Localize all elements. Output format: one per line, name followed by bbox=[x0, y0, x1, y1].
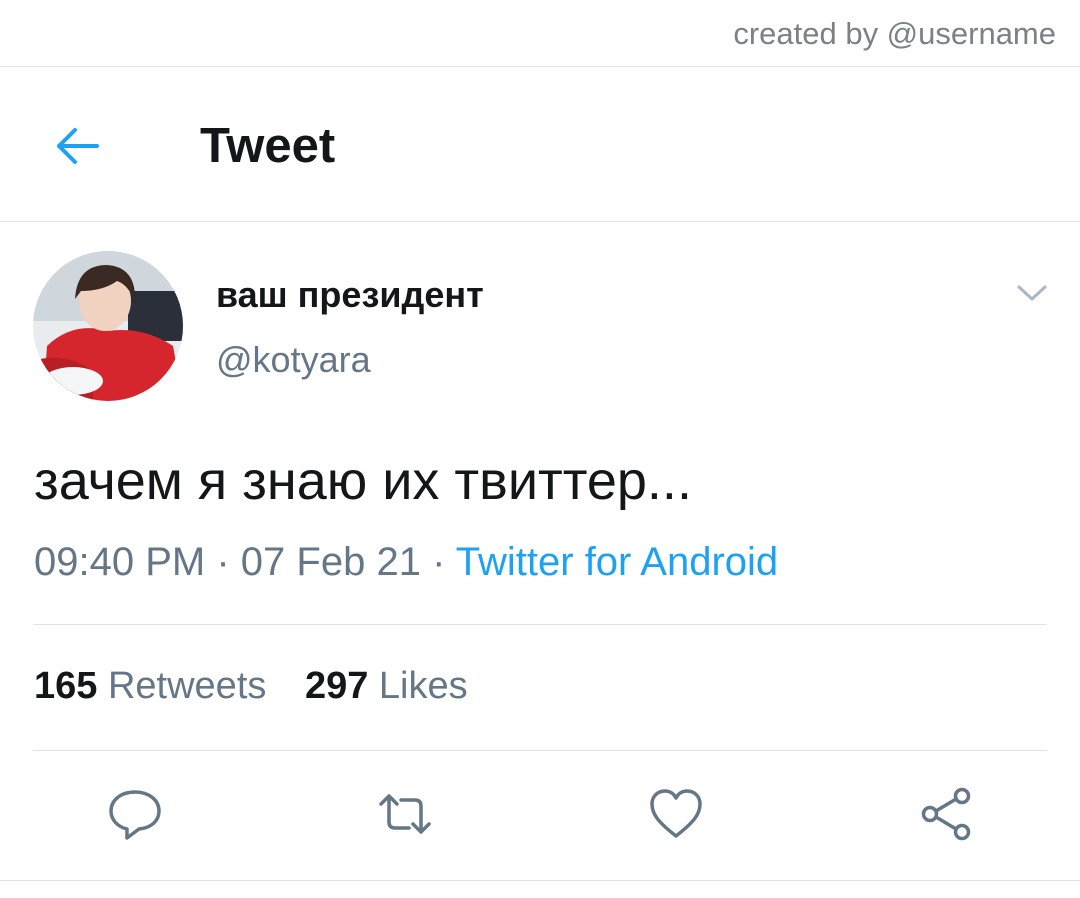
bottom-divider bbox=[0, 880, 1080, 881]
likes-label: Likes bbox=[378, 665, 468, 707]
retweets-stat[interactable]: 165 Retweets bbox=[34, 665, 277, 707]
retweets-count: 165 bbox=[34, 665, 98, 707]
stats-divider bbox=[33, 750, 1047, 751]
tweet-time: 09:40 PM bbox=[34, 540, 206, 584]
share-button[interactable] bbox=[916, 784, 976, 844]
author-display-name[interactable]: ваш президент bbox=[216, 274, 484, 316]
retweets-label: Retweets bbox=[107, 665, 267, 707]
page-title: Tweet bbox=[200, 119, 336, 173]
reply-button[interactable] bbox=[105, 784, 165, 844]
more-options-button[interactable] bbox=[1008, 276, 1056, 310]
retweet-icon bbox=[379, 794, 431, 834]
arrow-left-icon bbox=[57, 128, 99, 164]
author-handle[interactable]: @kotyara bbox=[216, 339, 371, 381]
meta-separator: · bbox=[432, 540, 446, 584]
like-button[interactable] bbox=[646, 784, 706, 844]
likes-count: 297 bbox=[304, 665, 369, 707]
user-avatar-photo bbox=[33, 251, 183, 401]
back-button[interactable] bbox=[46, 118, 108, 174]
share-icon bbox=[921, 787, 971, 841]
avatar[interactable] bbox=[33, 251, 183, 401]
tweet-date: 07 Feb 21 bbox=[240, 540, 421, 584]
header-divider bbox=[0, 221, 1080, 222]
tweet-stats: 165 Retweets 297 Likes bbox=[34, 665, 496, 708]
meta-separator: · bbox=[216, 540, 230, 584]
like-icon bbox=[650, 789, 702, 838]
watermark-text: created by @username bbox=[733, 16, 1056, 51]
chevron-down-icon bbox=[1017, 285, 1047, 301]
tweet-text: зачем я знаю их твиттер... bbox=[34, 451, 692, 511]
meta-divider bbox=[33, 624, 1047, 625]
tweet-source-link[interactable]: Twitter for Android bbox=[456, 540, 778, 584]
tweet-meta: 09:40 PM · 07 Feb 21 · Twitter for Andro… bbox=[34, 540, 778, 585]
reply-icon bbox=[109, 790, 161, 840]
top-divider bbox=[0, 66, 1080, 67]
likes-stat[interactable]: 297 Likes bbox=[305, 665, 468, 707]
tweet-detail-screen: created by @username Tweet ваш президент… bbox=[0, 0, 1080, 898]
retweet-button[interactable] bbox=[375, 784, 435, 844]
